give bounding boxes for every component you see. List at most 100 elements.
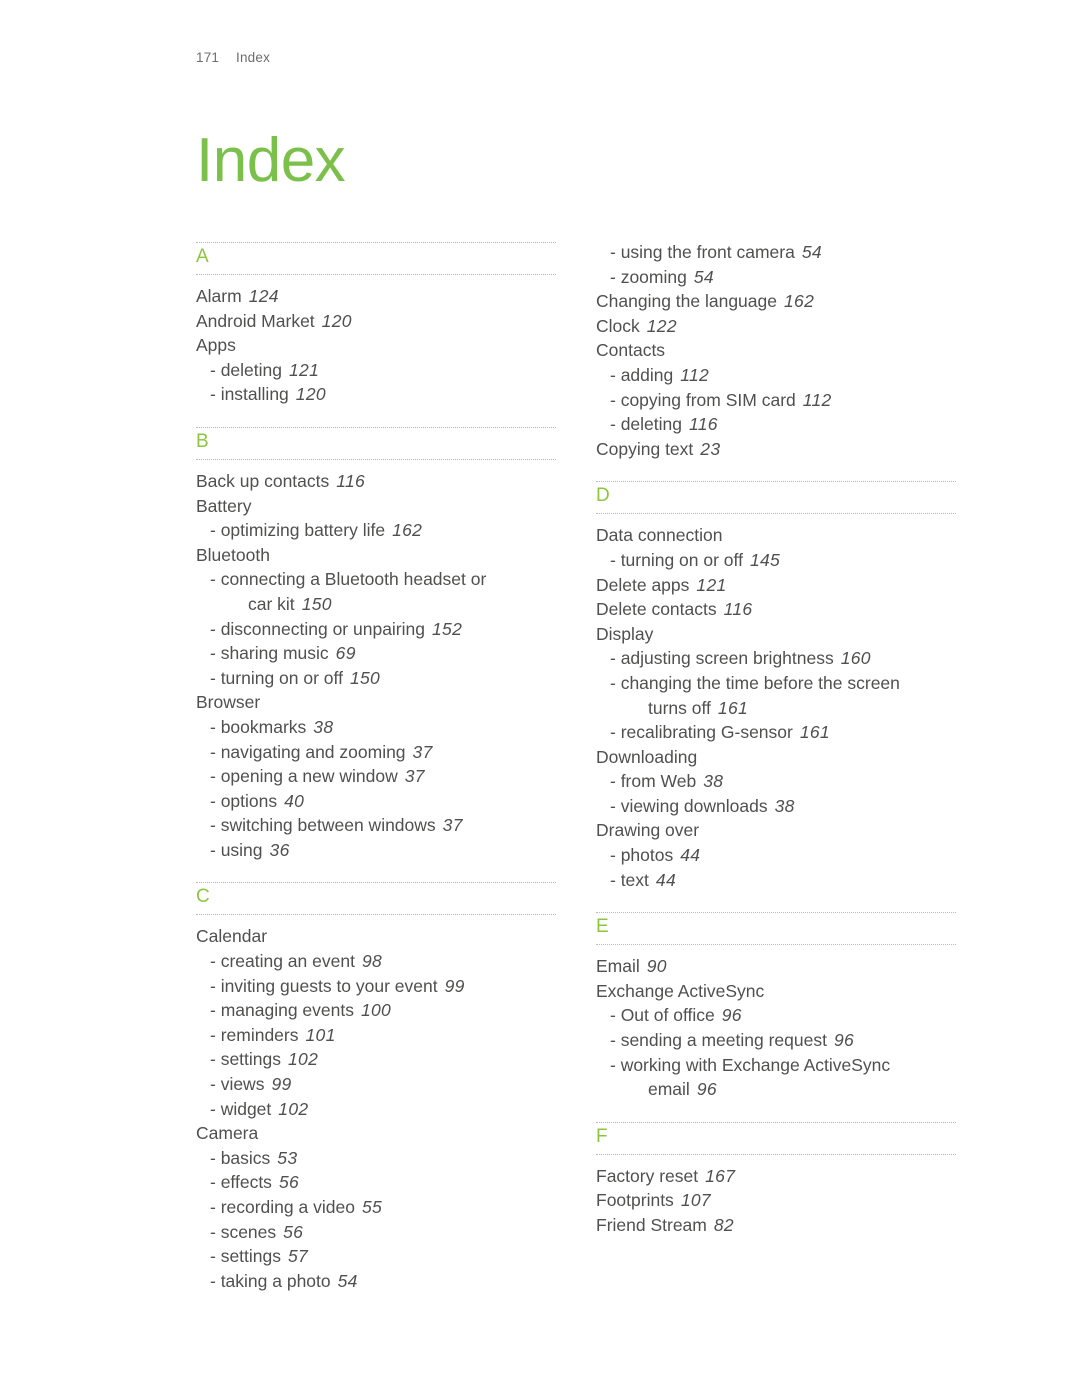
index-entry-text: - scenes bbox=[210, 1221, 277, 1242]
index-entry: Battery bbox=[196, 494, 556, 519]
index-page-number: 37 bbox=[442, 815, 463, 836]
index-entry-list: Data connection - turning on or off 145 Del… bbox=[596, 523, 956, 892]
index-subentry: - basics 53 bbox=[196, 1146, 556, 1171]
index-entry: Browser bbox=[196, 690, 556, 715]
index-page-number: 161 bbox=[799, 722, 830, 743]
index-page-number: 54 bbox=[337, 1270, 358, 1291]
index-page-number: 55 bbox=[361, 1197, 383, 1217]
index-entry-text: - bookmarks bbox=[210, 716, 307, 737]
index-page-number: 100 bbox=[360, 1000, 392, 1021]
index-entry-continuation: turns off 161 bbox=[648, 697, 749, 718]
index-section-header: A bbox=[196, 240, 556, 278]
index-page-number: 96 bbox=[721, 1005, 742, 1026]
index-section-letter: D bbox=[596, 485, 611, 507]
index-page-number: 107 bbox=[680, 1190, 711, 1211]
index-page-number: 122 bbox=[646, 315, 677, 336]
index-section-header: B bbox=[196, 425, 556, 463]
index-entry-list: Factory reset 167 Footprints 107 Friend Stre… bbox=[596, 1164, 956, 1238]
index-section-header: F bbox=[596, 1120, 956, 1158]
index-subentry: - copying from SIM card 112 bbox=[596, 388, 956, 413]
index-page-number: 162 bbox=[392, 520, 423, 541]
dotted-rule-bottom bbox=[596, 513, 956, 515]
index-entry-list: Email 90 Exchange ActiveSync - Out of offic… bbox=[596, 954, 956, 1102]
index-entry-text: - from Web bbox=[610, 771, 697, 792]
page-folio-number: 171 bbox=[196, 50, 220, 65]
index-page-number: 90 bbox=[646, 956, 667, 977]
index-entry: Contacts bbox=[596, 338, 956, 363]
index-column-left: A Alarm 124 Android Market 120 Apps - deleting… bbox=[196, 240, 556, 1311]
index-subentry: - turning on or off 145 bbox=[596, 548, 956, 573]
index-page-number: 96 bbox=[696, 1079, 717, 1100]
index-subentry: - widget 102 bbox=[196, 1097, 556, 1122]
dotted-rule-bottom bbox=[196, 458, 556, 460]
index-entry-text: - recording a video bbox=[210, 1197, 355, 1217]
index-page-number: 161 bbox=[717, 697, 749, 718]
index-entry-text: Display bbox=[596, 623, 654, 644]
index-subentry: - turning on or off 150 bbox=[196, 666, 556, 691]
index-entry: Alarm 124 bbox=[196, 284, 556, 309]
index-entry-text: - navigating and zooming bbox=[210, 741, 406, 762]
index-entry-text: Changing the language bbox=[596, 291, 777, 312]
index-entry: Drawing over bbox=[596, 818, 956, 843]
index-subentry: - bookmarks 38 bbox=[196, 715, 556, 740]
index-page-number: 120 bbox=[295, 384, 326, 405]
index-entry-text: Copying text bbox=[596, 438, 694, 459]
index-entry: Copying text 23 bbox=[596, 437, 956, 462]
index-entry: Downloading bbox=[596, 745, 956, 770]
index-entry-text: - zooming bbox=[610, 266, 687, 287]
index-entry-text: Battery bbox=[196, 495, 252, 516]
index-page-number: 82 bbox=[713, 1215, 734, 1235]
index-entry-text: Contacts bbox=[596, 340, 666, 361]
index-entry-text: - deleting bbox=[610, 414, 682, 435]
index-entry-text: - sending a meeting request bbox=[610, 1030, 827, 1051]
dotted-rule-bottom bbox=[596, 1153, 956, 1155]
index-entry-text: Android Market bbox=[196, 310, 315, 331]
index-entry-text: Calendar bbox=[196, 926, 268, 947]
index-subentry: - changing the time before the screen tur… bbox=[596, 671, 956, 720]
index-page-number: 102 bbox=[288, 1049, 319, 1070]
index-entry-text: - opening a new window bbox=[210, 766, 398, 787]
index-entry-text: - turning on or off bbox=[210, 667, 343, 688]
index-subentry: - reminders 101 bbox=[196, 1023, 556, 1048]
index-section-a: A Alarm 124 Android Market 120 Apps - deleting… bbox=[196, 240, 556, 425]
index-subentry: - connecting a Bluetooth headset or car k… bbox=[196, 567, 556, 616]
index-page-number: 99 bbox=[271, 1074, 292, 1095]
index-page-number: 99 bbox=[444, 975, 465, 996]
index-entry-text: Exchange ActiveSync bbox=[596, 980, 765, 1001]
dotted-rule-top bbox=[196, 242, 556, 243]
index-subentry: - sending a meeting request 96 bbox=[596, 1028, 956, 1053]
index-entry-text: Bluetooth bbox=[196, 544, 270, 565]
index-subentry: - switching between windows 37 bbox=[196, 813, 556, 838]
index-entry-text: - adding bbox=[610, 364, 674, 385]
index-entry-text: Clock bbox=[596, 315, 640, 336]
index-section-c: C Calendar - creating an event 98- inviting… bbox=[196, 880, 556, 1311]
index-page-number: 150 bbox=[349, 667, 381, 688]
dotted-rule-bottom bbox=[196, 914, 556, 916]
index-entry: Delete contacts 116 bbox=[596, 597, 956, 622]
index-entry: Delete apps 121 bbox=[596, 573, 956, 598]
index-subentry: - settings 102 bbox=[196, 1047, 556, 1072]
index-page: 171 Index Index A Alarm 124 Android Market 12… bbox=[0, 0, 1080, 1397]
index-subentry: - adding 112 bbox=[596, 363, 956, 388]
index-subentry: - from Web 38 bbox=[596, 769, 956, 794]
index-page-number: 112 bbox=[802, 389, 832, 410]
index-page-number: 116 bbox=[336, 470, 366, 491]
index-section-letter: E bbox=[596, 916, 610, 938]
index-subentry: - optimizing battery life 162 bbox=[196, 518, 556, 543]
index-subentry: - taking a photo 54 bbox=[196, 1269, 556, 1294]
index-subentry: - text 44 bbox=[596, 868, 956, 893]
running-header: 171 Index bbox=[196, 50, 270, 65]
dotted-rule-top bbox=[196, 882, 556, 884]
index-page-number: 36 bbox=[269, 839, 290, 860]
page-title: Index bbox=[196, 125, 346, 195]
index-page-number: 38 bbox=[774, 795, 795, 816]
index-entry: Exchange ActiveSync bbox=[596, 979, 956, 1004]
index-subentry: - installing 120 bbox=[196, 382, 556, 407]
index-entry-text: - options bbox=[210, 790, 278, 811]
index-subentry: - recording a video 55 bbox=[196, 1195, 556, 1220]
index-section-header: D bbox=[596, 479, 956, 517]
index-page-number: 160 bbox=[840, 648, 871, 669]
